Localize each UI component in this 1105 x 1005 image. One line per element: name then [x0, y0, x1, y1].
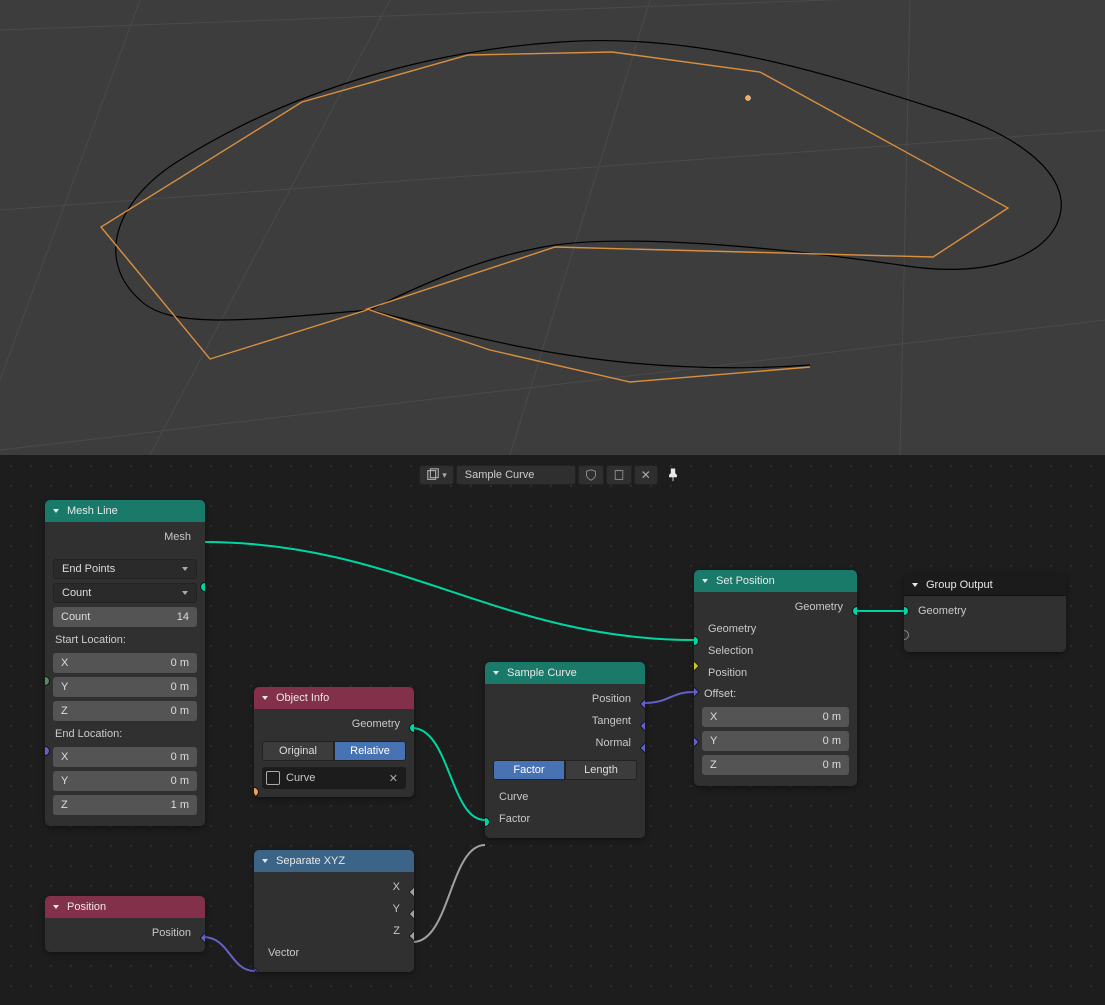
node-editor[interactable]: ▾ Sample Curve ✕ Mesh Line: [0, 455, 1105, 1005]
input-label-position: Position: [708, 667, 747, 679]
node-group-output[interactable]: Group Output Geometry: [904, 574, 1066, 652]
node-position[interactable]: Position Position: [45, 896, 205, 952]
offset-x-field[interactable]: X0 m: [702, 707, 849, 727]
input-label-factor: Factor: [499, 813, 530, 825]
node-header[interactable]: Mesh Line: [45, 500, 205, 522]
output-label: Geometry: [795, 601, 843, 613]
chevron-down-icon[interactable]: [493, 667, 503, 679]
offset-label: Offset:: [702, 684, 849, 704]
output-label: Geometry: [352, 718, 400, 730]
node-object-info[interactable]: Object Info Geometry Original Relative C…: [254, 687, 414, 797]
node-title: Mesh Line: [67, 505, 118, 517]
output-label: Mesh: [164, 531, 191, 543]
mode-select[interactable]: End Points: [53, 559, 197, 579]
node-title: Object Info: [276, 692, 329, 704]
node-mesh-line[interactable]: Mesh Line Mesh End Points Count Count14 …: [45, 500, 205, 826]
node-set-position[interactable]: Set Position Geometry Geometry Selection…: [694, 570, 857, 786]
node-header[interactable]: Object Info: [254, 687, 414, 709]
output-label-x: X: [393, 881, 400, 893]
clear-object-icon[interactable]: ✕: [385, 772, 402, 785]
start-location-label: Start Location:: [53, 630, 197, 650]
start-y-field[interactable]: Y0 m: [53, 677, 197, 697]
start-x-field[interactable]: X0 m: [53, 653, 197, 673]
space-relative-button[interactable]: Relative: [334, 741, 406, 761]
object-origin-dot: [746, 96, 751, 101]
count-field[interactable]: Count14: [53, 607, 197, 627]
chevron-down-icon[interactable]: [912, 579, 922, 591]
curve-tail: [370, 310, 810, 368]
socket-geometry-out[interactable]: [409, 723, 414, 733]
node-title: Set Position: [716, 575, 775, 587]
offset-y-field[interactable]: Y0 m: [702, 731, 849, 751]
chevron-down-icon[interactable]: [53, 901, 63, 913]
socket-mesh-out[interactable]: [200, 582, 205, 592]
output-label-normal: Normal: [596, 737, 631, 749]
viewport-3d[interactable]: [0, 0, 1105, 455]
object-field[interactable]: Curve ✕: [262, 767, 406, 789]
node-title: Group Output: [926, 579, 993, 591]
node-header[interactable]: Set Position: [694, 570, 857, 592]
node-sample-curve[interactable]: Sample Curve Position Tangent Normal Fac…: [485, 662, 645, 838]
factor-button[interactable]: Factor: [493, 760, 565, 780]
node-header[interactable]: Sample Curve: [485, 662, 645, 684]
chevron-down-icon[interactable]: [702, 575, 712, 587]
start-z-field[interactable]: Z0 m: [53, 701, 197, 721]
chevron-down-icon[interactable]: [262, 855, 272, 867]
node-header[interactable]: Separate XYZ: [254, 850, 414, 872]
chevron-down-icon[interactable]: [53, 505, 63, 517]
count-mode-select[interactable]: Count: [53, 583, 197, 603]
offset-z-field[interactable]: Z0 m: [702, 755, 849, 775]
viewport-grid: [0, 0, 1105, 455]
input-label-geometry: Geometry: [918, 605, 966, 617]
node-header[interactable]: Group Output: [904, 574, 1066, 596]
input-label-geometry: Geometry: [708, 623, 756, 635]
output-label-tangent: Tangent: [592, 715, 631, 727]
mesh-line-polyline: [101, 52, 1008, 382]
chevron-down-icon[interactable]: [262, 692, 272, 704]
end-y-field[interactable]: Y0 m: [53, 771, 197, 791]
output-label: Position: [152, 927, 191, 939]
input-label-vector: Vector: [268, 947, 299, 959]
length-button[interactable]: Length: [565, 760, 637, 780]
output-label-y: Y: [393, 903, 400, 915]
socket-geometry-out[interactable]: [852, 606, 857, 616]
object-name: Curve: [286, 772, 315, 784]
input-label-curve: Curve: [499, 791, 528, 803]
output-label-position: Position: [592, 693, 631, 705]
node-header[interactable]: Position: [45, 896, 205, 918]
node-separate-xyz[interactable]: Separate XYZ X Y Z Vector: [254, 850, 414, 972]
output-label-z: Z: [393, 925, 400, 937]
node-title: Sample Curve: [507, 667, 577, 679]
node-title: Separate XYZ: [276, 855, 345, 867]
node-title: Position: [67, 901, 106, 913]
end-location-label: End Location:: [53, 724, 197, 744]
space-original-button[interactable]: Original: [262, 741, 334, 761]
end-z-field[interactable]: Z1 m: [53, 795, 197, 815]
end-x-field[interactable]: X0 m: [53, 747, 197, 767]
curve-smooth: [116, 41, 1062, 320]
object-icon: [266, 771, 280, 785]
input-label-selection: Selection: [708, 645, 753, 657]
